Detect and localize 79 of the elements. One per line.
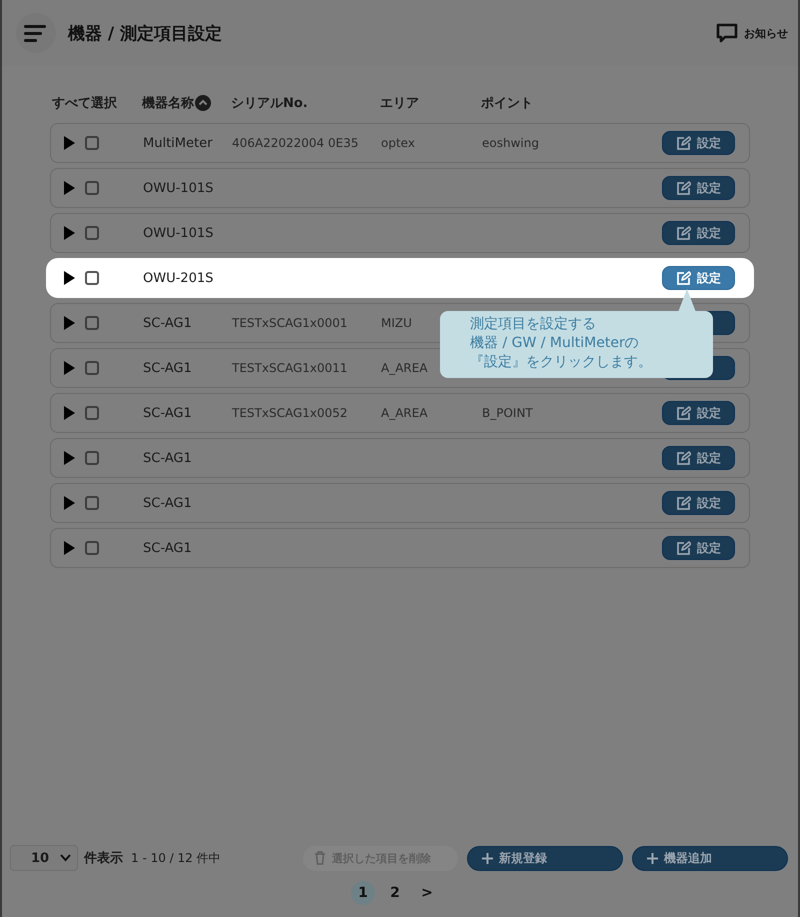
edit-icon — [676, 540, 691, 556]
chat-icon[interactable] — [716, 23, 738, 43]
table-cell: TESTxSCAG1x0052 — [232, 406, 348, 420]
page-button[interactable]: > — [415, 881, 439, 905]
table-cell: optex — [381, 136, 415, 150]
table-cell: TESTxSCAG1x0001 — [232, 316, 348, 330]
table-cell: A_AREA — [381, 360, 428, 374]
checkbox[interactable] — [85, 451, 99, 465]
select-all-label[interactable]: すべて選択 — [52, 94, 142, 112]
page-size-select[interactable]: 10 — [10, 845, 78, 871]
page-button[interactable]: 2 — [383, 881, 407, 905]
table-cell-text: SC-AG1 — [143, 540, 193, 556]
menu-icon[interactable] — [24, 24, 48, 42]
table-cell-text: SC-AG1 — [143, 316, 193, 330]
table-row[interactable]: OWU-101S 設定 — [50, 168, 750, 208]
settings-button[interactable]: 設定 — [662, 536, 735, 560]
table-cell-text: SC-AG1 — [143, 406, 193, 420]
checkbox[interactable] — [85, 361, 99, 375]
page-size-label: 件表示 — [84, 850, 123, 867]
checkbox[interactable] — [85, 541, 99, 555]
table-row[interactable]: SC-AG1 設定 — [50, 483, 750, 523]
table-cell-text: OWU-101S — [143, 180, 214, 196]
table-cell: B_POINT — [482, 406, 533, 420]
column-header[interactable]: 機器名称 — [142, 94, 194, 112]
column-header: エリア — [380, 95, 420, 112]
edit-icon — [676, 136, 691, 150]
action-button[interactable]: 機器追加 — [632, 846, 788, 870]
tooltip-text: 測定項目を設定する — [470, 315, 597, 334]
menu-button[interactable] — [16, 13, 56, 53]
page-button[interactable]: 1 — [351, 881, 375, 905]
settings-button[interactable]: 設定 — [662, 401, 735, 425]
settings-button[interactable]: 設定 — [662, 221, 735, 245]
column-header: シリアルNo. — [231, 95, 309, 112]
edit-icon — [676, 226, 691, 240]
checkbox[interactable] — [85, 271, 99, 285]
table-cell-text: SC-AG1 — [143, 360, 193, 376]
checkbox[interactable] — [85, 226, 99, 240]
range-text: 1 - 10 / 12 件中 — [131, 850, 221, 866]
settings-button[interactable]: 設定 — [662, 491, 735, 515]
expand-icon[interactable] — [63, 271, 75, 285]
table-cell-text: SC-AG1 — [143, 450, 193, 466]
edit-icon — [676, 450, 691, 466]
settings-button[interactable]: 設定 — [662, 266, 735, 290]
plus-icon — [482, 852, 493, 864]
settings-button[interactable]: 設定 — [662, 446, 735, 470]
settings-button[interactable]: 設定 — [662, 176, 735, 200]
column-header: ポイント — [481, 95, 534, 112]
table-cell-text: OWU-101S — [143, 226, 214, 240]
table-row[interactable]: SC-AG1 設定 — [50, 438, 750, 478]
action-button[interactable]: 新規登録 — [467, 846, 623, 870]
edit-icon — [676, 270, 691, 286]
trash-icon — [314, 851, 326, 865]
table-row[interactable]: OWU-101S 設定 — [50, 213, 750, 253]
edit-icon — [676, 406, 691, 420]
edit-icon — [676, 496, 691, 510]
page-title: 機器 / 測定項目設定 — [68, 22, 222, 44]
table-cell: A_AREA — [381, 406, 428, 420]
table-cell-text: SC-AG1 — [143, 496, 193, 510]
table-cell: TESTxSCAG1x0011 — [232, 360, 348, 374]
table-row[interactable]: MultiMeter 406A22022004 0E35 optex eoshwing 設定 — [50, 123, 750, 163]
table-row[interactable]: SC-AG1 設定 — [50, 528, 750, 568]
table-cell: eoshwing — [482, 136, 539, 150]
tooltip-text: 『設定』をクリックします。 — [470, 353, 653, 372]
table-cell-text: MultiMeter — [143, 136, 214, 150]
table-cell-text: OWU-201S — [143, 270, 214, 286]
sort-up-icon[interactable] — [195, 95, 211, 111]
chevron-down-icon[interactable] — [60, 854, 71, 862]
table-cell: 406A22022004 0E35 — [232, 136, 358, 150]
checkbox[interactable] — [85, 136, 99, 150]
table-cell: MIZU — [381, 316, 412, 330]
plus-icon — [647, 852, 658, 864]
checkbox[interactable] — [85, 496, 99, 510]
checkbox[interactable] — [85, 316, 99, 330]
checkbox[interactable] — [85, 181, 99, 195]
edit-icon — [676, 180, 691, 196]
table-row[interactable]: SC-AG1 TESTxSCAG1x0052 A_AREA B_POINT 設定 — [50, 393, 750, 433]
checkbox[interactable] — [85, 406, 99, 420]
settings-button[interactable]: 設定 — [662, 131, 735, 155]
notice-link[interactable]: お知らせ — [744, 26, 788, 40]
